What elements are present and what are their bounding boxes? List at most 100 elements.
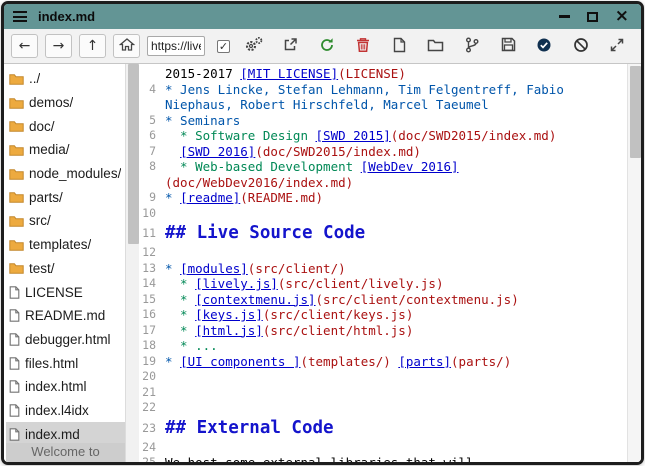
sidebar-item-src[interactable]: src/ [6, 209, 125, 233]
delete-button[interactable] [351, 34, 375, 58]
editor-line-13[interactable]: 13* [modules](src/client/) [139, 261, 627, 277]
editor-heading-line-11[interactable]: 11## Live Source Code [139, 221, 627, 245]
line-content: * [lively.js](src/client/lively.js) [165, 276, 443, 292]
line-content: * Web-based Development [WebDev 2016] [165, 159, 459, 175]
sidebar-item-doc[interactable]: doc/ [6, 114, 125, 138]
editor-line-6[interactable]: 6 * Software Design [SWD 2015](doc/SWD20… [139, 128, 627, 144]
folder-button[interactable] [424, 34, 448, 58]
editor-line-24[interactable]: 24 [139, 440, 627, 456]
editor-line-19[interactable]: 19* [UI components ](templates/) [parts]… [139, 354, 627, 370]
titlebar[interactable]: index.md × [4, 4, 641, 29]
line-content: * [keys.js](src/client/keys.js) [165, 307, 413, 323]
sidebar-item-debugger-html[interactable]: debugger.html [6, 328, 125, 352]
gears-icon [244, 36, 264, 56]
file-icon [9, 428, 20, 441]
editor-scrollbar[interactable] [627, 64, 641, 462]
sidebar-item-license[interactable]: LICENSE [6, 280, 125, 304]
back-arrow-icon: ← [19, 39, 31, 53]
options-checkbox[interactable]: ✓ [217, 40, 230, 53]
editor-line-wrap[interactable]: 2015-2017 [MIT LICENSE](LICENSE) [139, 66, 627, 82]
line-number: 11 [139, 221, 165, 245]
editor-line-wrap[interactable]: (doc/WebDev2016/index.md) [139, 175, 627, 191]
sidebar-item-test[interactable]: test/ [6, 257, 125, 281]
line-content: 2015-2017 [MIT LICENSE](LICENSE) [165, 66, 406, 82]
line-number: 5 [139, 113, 165, 129]
accept-button[interactable] [532, 34, 556, 58]
folder-icon [9, 144, 24, 156]
sidebar-item-node-modules[interactable]: node_modules/ [6, 162, 125, 186]
editor-heading-line-23[interactable]: 23## External Code [139, 416, 627, 440]
sidebar-item-label: demos/ [29, 95, 73, 110]
editor-line-14[interactable]: 14 * [lively.js](src/client/lively.js) [139, 276, 627, 292]
home-button[interactable] [113, 34, 140, 58]
sidebar-item-label: index.md [25, 427, 80, 442]
line-content: ## Live Source Code [165, 221, 365, 245]
refresh-button[interactable] [315, 34, 339, 58]
maximize-icon[interactable] [587, 12, 598, 22]
save-button[interactable] [496, 34, 520, 58]
editor-line-15[interactable]: 15 * [contextmenu.js](src/client/context… [139, 292, 627, 308]
menu-icon[interactable] [13, 11, 27, 22]
line-number: 18 [139, 338, 165, 354]
window-controls: × [559, 8, 632, 25]
line-content: We host some external libraries that wil… [165, 455, 474, 462]
check-circle-icon [536, 37, 552, 56]
editor-line-17[interactable]: 17 * [html.js](src/client/html.js) [139, 323, 627, 339]
folder-icon [9, 191, 24, 203]
editor-line-8[interactable]: 8 * Web-based Development [WebDev 2016] [139, 159, 627, 175]
editor-scrollbar-thumb[interactable] [630, 66, 641, 158]
sidebar-scrollbar-thumb[interactable] [128, 64, 139, 244]
line-content: * Jens Lincke, Stefan Lehmann, Tim Felge… [165, 82, 564, 98]
app-window: index.md × ← → ↑ ✓ [1, 1, 644, 465]
folder-icon [9, 239, 24, 251]
back-button[interactable]: ← [11, 34, 38, 58]
line-content: * [contextmenu.js](src/client/contextmen… [165, 292, 519, 308]
file-icon [9, 380, 20, 393]
sidebar-item-files-html[interactable]: files.html [6, 351, 125, 375]
url-input[interactable] [147, 36, 205, 56]
sidebar-item-label: ../ [29, 71, 40, 86]
line-content: * [html.js](src/client/html.js) [165, 323, 413, 339]
sidebar-item-index-md[interactable]: index.md [6, 422, 125, 443]
line-number: 22 [139, 400, 165, 416]
up-button[interactable]: ↑ [79, 34, 106, 58]
sidebar-item-demos[interactable]: demos/ [6, 91, 125, 115]
editor-line-9[interactable]: 9* [readme](README.md) [139, 190, 627, 206]
editor-line-25[interactable]: 25We host some external libraries that w… [139, 455, 627, 462]
sidebar-scrollbar[interactable] [125, 64, 139, 462]
new-file-button[interactable] [387, 34, 411, 58]
sidebar-item-index-html[interactable]: index.html [6, 375, 125, 399]
sidebar-item-index-l4idx[interactable]: index.l4idx [6, 399, 125, 423]
editor-line-4[interactable]: 4* Jens Lincke, Stefan Lehmann, Tim Felg… [139, 82, 627, 98]
editor-line-10[interactable]: 10 [139, 206, 627, 222]
folder-icon [9, 215, 24, 227]
minimize-icon[interactable] [559, 15, 570, 18]
sidebar-item-media[interactable]: media/ [6, 138, 125, 162]
editor-line-21[interactable]: 21 [139, 385, 627, 401]
sidebar-item-templates[interactable]: templates/ [6, 233, 125, 257]
open-external-button[interactable] [279, 34, 303, 58]
close-icon[interactable]: × [615, 8, 629, 25]
editor-line-5[interactable]: 5* Seminars [139, 113, 627, 129]
sidebar-item-[interactable]: ../ [6, 67, 125, 91]
editor-line-7[interactable]: 7 [SWD 2016](doc/SWD2015/index.md) [139, 144, 627, 160]
line-content: ## External Code [165, 416, 334, 440]
git-branch-button[interactable] [460, 34, 484, 58]
markdown-editor[interactable]: 2015-2017 [MIT LICENSE](LICENSE)4* Jens … [139, 64, 641, 462]
editor-line-12[interactable]: 12 [139, 245, 627, 261]
editor-line-22[interactable]: 22 [139, 400, 627, 416]
line-number: 20 [139, 369, 165, 385]
sidebar-item-parts[interactable]: parts/ [6, 185, 125, 209]
editor-line-16[interactable]: 16 * [keys.js](src/client/keys.js) [139, 307, 627, 323]
editor-line-18[interactable]: 18 * ... [139, 338, 627, 354]
line-number: 17 [139, 323, 165, 339]
sidebar-item-readme-md[interactable]: README.md [6, 304, 125, 328]
editor-line-wrap[interactable]: Niephaus, Robert Hirschfeld, Marcel Taeu… [139, 97, 627, 113]
line-number: 10 [139, 206, 165, 222]
editor-line-20[interactable]: 20 [139, 369, 627, 385]
settings-button[interactable] [242, 34, 266, 58]
line-number: 14 [139, 276, 165, 292]
block-button[interactable] [569, 34, 593, 58]
fullscreen-button[interactable] [605, 34, 629, 58]
forward-button[interactable]: → [45, 34, 72, 58]
